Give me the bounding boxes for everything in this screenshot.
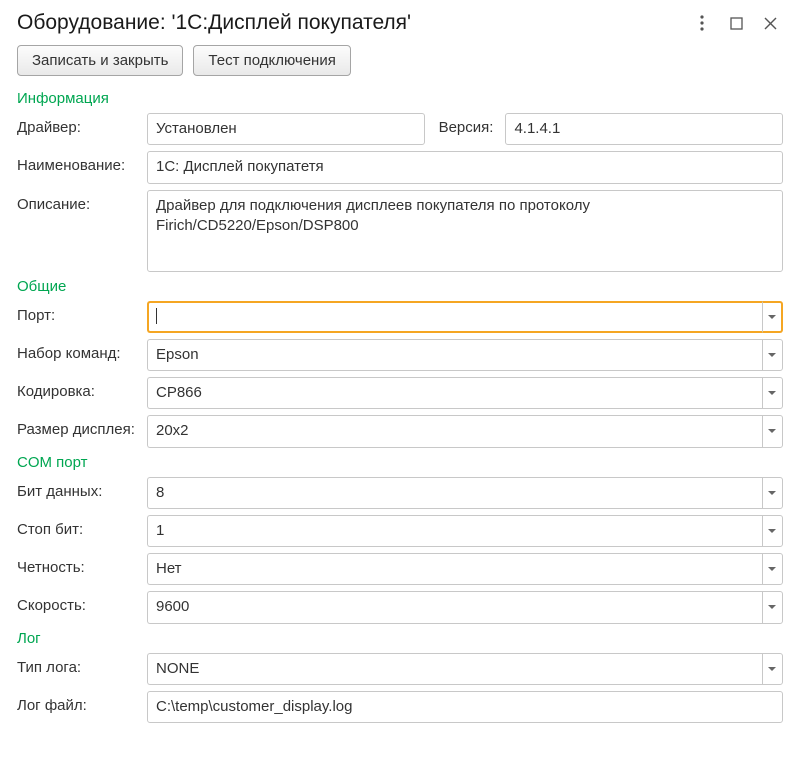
chevron-down-icon (768, 667, 776, 671)
log-file-label: Лог файл: (17, 691, 141, 714)
speed-combo[interactable] (147, 591, 783, 623)
chevron-down-icon (768, 491, 776, 495)
driver-value (147, 113, 425, 145)
display-size-combo[interactable] (147, 415, 783, 447)
toolbar: Записать и закрыть Тест подключения (17, 45, 783, 76)
speed-label: Скорость: (17, 591, 141, 614)
encoding-dropdown-button[interactable] (762, 377, 783, 409)
port-input[interactable] (147, 301, 762, 333)
log-type-dropdown-button[interactable] (762, 653, 783, 685)
chevron-down-icon (768, 529, 776, 533)
parity-dropdown-button[interactable] (762, 553, 783, 585)
encoding-combo[interactable] (147, 377, 783, 409)
log-file-input[interactable] (147, 691, 783, 723)
test-connection-button[interactable]: Тест подключения (193, 45, 350, 76)
cmdset-dropdown-button[interactable] (762, 339, 783, 371)
log-type-combo[interactable] (147, 653, 783, 685)
stopbit-input[interactable] (147, 515, 762, 547)
chevron-down-icon (768, 391, 776, 395)
encoding-input[interactable] (147, 377, 762, 409)
window-controls (693, 14, 783, 32)
port-dropdown-button[interactable] (762, 301, 783, 333)
display-size-input[interactable] (147, 415, 762, 447)
speed-input[interactable] (147, 591, 762, 623)
section-log: Лог (17, 630, 783, 647)
description-value (147, 190, 783, 272)
stopbit-combo[interactable] (147, 515, 783, 547)
section-info: Информация (17, 90, 783, 107)
maximize-icon[interactable] (727, 14, 745, 32)
name-label: Наименование: (17, 151, 141, 174)
chevron-down-icon (768, 429, 776, 433)
close-icon[interactable] (761, 14, 779, 32)
chevron-down-icon (768, 567, 776, 571)
port-label: Порт: (17, 301, 141, 324)
section-general: Общие (17, 278, 783, 295)
databits-dropdown-button[interactable] (762, 477, 783, 509)
stopbit-dropdown-button[interactable] (762, 515, 783, 547)
cmdset-label: Набор команд: (17, 339, 141, 362)
speed-dropdown-button[interactable] (762, 591, 783, 623)
databits-combo[interactable] (147, 477, 783, 509)
chevron-down-icon (768, 353, 776, 357)
log-type-label: Тип лога: (17, 653, 141, 676)
name-value (147, 151, 783, 183)
databits-input[interactable] (147, 477, 762, 509)
parity-input[interactable] (147, 553, 762, 585)
parity-label: Четность: (17, 553, 141, 576)
driver-label: Драйвер: (17, 113, 141, 136)
titlebar: Оборудование: '1С:Дисплей покупателя' (17, 11, 783, 35)
port-combo[interactable] (147, 301, 783, 333)
display-size-label: Размер дисплея: (17, 415, 141, 438)
display-size-dropdown-button[interactable] (762, 415, 783, 447)
equipment-window: Оборудование: '1С:Дисплей покупателя' За… (0, 0, 800, 738)
encoding-label: Кодировка: (17, 377, 141, 400)
cmdset-input[interactable] (147, 339, 762, 371)
version-label: Версия: (433, 113, 498, 145)
parity-combo[interactable] (147, 553, 783, 585)
version-value (505, 113, 783, 145)
log-type-input[interactable] (147, 653, 762, 685)
chevron-down-icon (768, 315, 776, 319)
chevron-down-icon (768, 605, 776, 609)
window-title: Оборудование: '1С:Дисплей покупателя' (17, 11, 411, 35)
section-com: COM порт (17, 454, 783, 471)
databits-label: Бит данных: (17, 477, 141, 500)
stopbit-label: Стоп бит: (17, 515, 141, 538)
cmdset-combo[interactable] (147, 339, 783, 371)
more-icon[interactable] (693, 14, 711, 32)
description-label: Описание: (17, 190, 141, 213)
save-and-close-button[interactable]: Записать и закрыть (17, 45, 183, 76)
